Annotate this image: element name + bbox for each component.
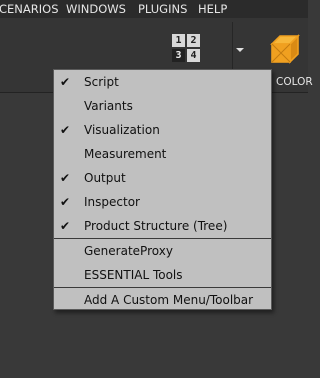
viewport-grid-icon[interactable]: 1 2 3 4 bbox=[172, 34, 200, 62]
chevron-down-icon[interactable] bbox=[236, 48, 244, 52]
menu-item-label: Product Structure (Tree) bbox=[84, 219, 228, 233]
menu-item-label: Output bbox=[84, 171, 126, 185]
toolbar-divider bbox=[232, 22, 233, 72]
checkmark-icon: ✔ bbox=[59, 75, 71, 89]
menu-item-label: ESSENTIAL Tools bbox=[84, 268, 183, 282]
menu-item-label: Variants bbox=[84, 99, 133, 113]
menu-item-label: Inspector bbox=[84, 195, 140, 209]
checkmark-icon: ✔ bbox=[59, 195, 71, 209]
menu-item-essential-tools[interactable]: ESSENTIAL Tools bbox=[54, 263, 271, 287]
toolbar-context-menu: ✔ Script Variants ✔ Visualization Measurement… bbox=[53, 69, 272, 310]
wireframe-cube-icon[interactable] bbox=[268, 32, 302, 66]
menu-item-visualization[interactable]: ✔ Visualization bbox=[54, 118, 271, 142]
menu-item-product-structure-tree[interactable]: ✔ Product Structure (Tree) bbox=[54, 214, 271, 238]
menu-item-variants[interactable]: Variants bbox=[54, 94, 271, 118]
menu-scenarios[interactable]: CENARIOS bbox=[0, 0, 59, 18]
menu-plugins[interactable]: PLUGINS bbox=[138, 0, 187, 18]
menu-item-add-a-custom-menu-toolbar[interactable]: Add A Custom Menu/Toolbar bbox=[54, 288, 271, 312]
menu-item-label: GenerateProxy bbox=[84, 244, 173, 258]
checkmark-icon: ✔ bbox=[59, 219, 71, 233]
menu-bar: CENARIOS WINDOWS PLUGINS HELP bbox=[0, 0, 308, 18]
menu-item-label: Visualization bbox=[84, 123, 160, 137]
viewport-3: 3 bbox=[172, 49, 185, 62]
menu-help[interactable]: HELP bbox=[198, 0, 227, 18]
viewport-4: 4 bbox=[187, 49, 200, 62]
menu-item-label: Add A Custom Menu/Toolbar bbox=[84, 293, 254, 307]
menu-item-label: Measurement bbox=[84, 147, 167, 161]
checkmark-icon: ✔ bbox=[59, 171, 71, 185]
viewport-2: 2 bbox=[187, 34, 200, 47]
viewport-1: 1 bbox=[172, 34, 185, 47]
menu-windows[interactable]: WINDOWS bbox=[66, 0, 126, 18]
menu-item-script[interactable]: ✔ Script bbox=[54, 70, 271, 94]
checkmark-icon: ✔ bbox=[59, 123, 71, 137]
color-label: COLOR bbox=[276, 76, 313, 88]
menu-item-inspector[interactable]: ✔ Inspector bbox=[54, 190, 271, 214]
menu-item-measurement[interactable]: Measurement bbox=[54, 142, 271, 166]
menu-item-output[interactable]: ✔ Output bbox=[54, 166, 271, 190]
menu-item-generateproxy[interactable]: GenerateProxy bbox=[54, 239, 271, 263]
menu-item-label: Script bbox=[84, 75, 119, 89]
